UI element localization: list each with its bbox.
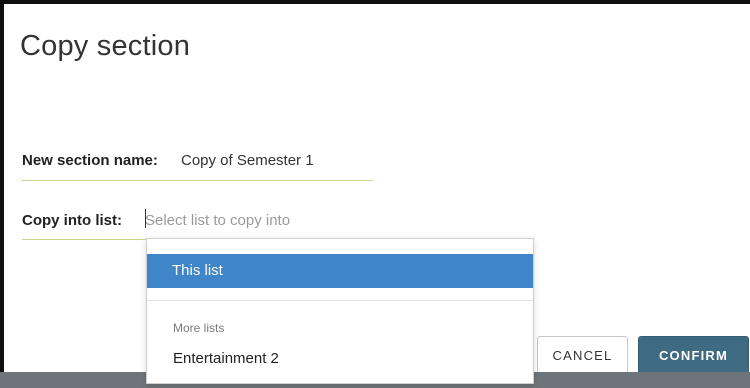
section-name-label: New section name:	[22, 152, 158, 169]
copy-into-list-underline	[22, 239, 147, 240]
dropdown-group-header: More lists	[173, 321, 225, 335]
dialog-title: Copy section	[20, 30, 191, 62]
top-border	[0, 0, 750, 4]
copy-section-dialog: Copy section New section name: Copy of S…	[0, 0, 750, 388]
cancel-button[interactable]: CANCEL	[537, 336, 628, 374]
section-name-field[interactable]: Copy of Semester 1	[181, 152, 314, 169]
dropdown-option-this-list[interactable]: This list	[147, 254, 533, 288]
copy-into-list-label: Copy into list:	[22, 212, 122, 229]
confirm-button[interactable]: CONFIRM	[638, 336, 749, 374]
left-border	[0, 0, 4, 388]
section-name-underline	[22, 180, 373, 181]
text-caret	[145, 209, 146, 228]
list-dropdown-menu: This list More lists Entertainment 2	[146, 238, 534, 384]
dropdown-divider	[147, 300, 533, 301]
copy-into-list-input[interactable]	[145, 208, 445, 232]
dropdown-option-entertainment-2[interactable]: Entertainment 2	[147, 344, 533, 374]
